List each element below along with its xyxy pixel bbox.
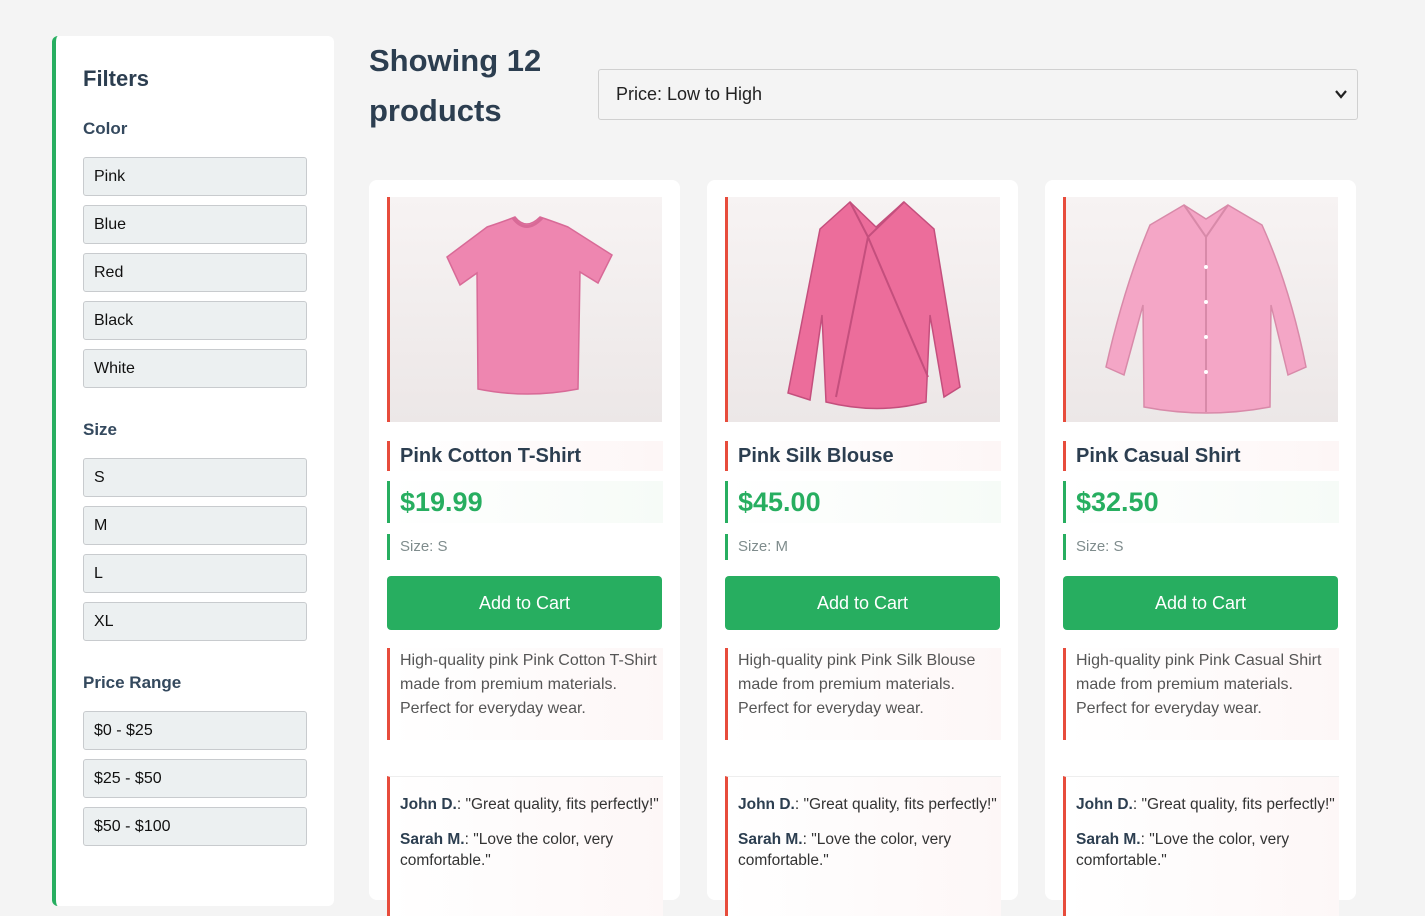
product-description: High-quality pink Pink Casual Shirt made… bbox=[1063, 648, 1339, 740]
review-item: Sarah M.: "Love the color, very comforta… bbox=[1076, 829, 1339, 871]
review-item: Sarah M.: "Love the color, very comforta… bbox=[738, 829, 1001, 871]
product-card: Pink Cotton T-Shirt $19.99 Size: S Add t… bbox=[369, 180, 680, 916]
review-item: John D.: "Great quality, fits perfectly!… bbox=[738, 794, 1001, 815]
chevron-down-icon bbox=[1335, 70, 1347, 139]
price-filter-group: Price Range $0 - $25 $25 - $50 $50 - $10… bbox=[83, 673, 308, 846]
product-title[interactable]: Pink Cotton T-Shirt bbox=[387, 441, 663, 471]
sort-select-value: Price: Low to High bbox=[616, 84, 763, 104]
color-option-white[interactable]: White bbox=[83, 349, 307, 388]
product-size: Size: S bbox=[1063, 534, 1339, 560]
product-title[interactable]: Pink Silk Blouse bbox=[725, 441, 1001, 471]
product-image[interactable] bbox=[1063, 197, 1338, 422]
review-item: Sarah M.: "Love the color, very comforta… bbox=[400, 829, 663, 871]
product-description: High-quality pink Pink Cotton T-Shirt ma… bbox=[387, 648, 663, 740]
product-reviews: John D.: "Great quality, fits perfectly!… bbox=[725, 776, 1001, 916]
review-item: John D.: "Great quality, fits perfectly!… bbox=[400, 794, 663, 815]
review-text: : "Great quality, fits perfectly!" bbox=[794, 796, 997, 813]
size-option-m[interactable]: M bbox=[83, 506, 307, 545]
color-option-pink[interactable]: Pink bbox=[83, 157, 307, 196]
product-price: $45.00 bbox=[725, 481, 1001, 523]
product-image[interactable] bbox=[387, 197, 662, 422]
sort-select[interactable]: Price: Low to High bbox=[598, 69, 1358, 120]
add-to-cart-button[interactable]: Add to Cart bbox=[725, 576, 1000, 630]
review-author: Sarah M. bbox=[738, 831, 803, 848]
price-option-50-100[interactable]: $50 - $100 bbox=[83, 807, 307, 846]
product-reviews: John D.: "Great quality, fits perfectly!… bbox=[1063, 776, 1339, 916]
size-option-l[interactable]: L bbox=[83, 554, 307, 593]
size-filter-label: Size bbox=[83, 420, 118, 439]
product-price: $19.99 bbox=[387, 481, 663, 523]
add-to-cart-button[interactable]: Add to Cart bbox=[1063, 576, 1338, 630]
shirt-icon bbox=[1105, 204, 1307, 414]
size-option-xl[interactable]: XL bbox=[83, 602, 307, 641]
review-text: : "Great quality, fits perfectly!" bbox=[456, 796, 659, 813]
color-filter-group: Color Pink Blue Red Black White bbox=[83, 119, 308, 388]
product-price: $32.50 bbox=[1063, 481, 1339, 523]
review-item: John D.: "Great quality, fits perfectly!… bbox=[1076, 794, 1339, 815]
review-author: Sarah M. bbox=[1076, 831, 1141, 848]
product-size: Size: M bbox=[725, 534, 1001, 560]
color-option-blue[interactable]: Blue bbox=[83, 205, 307, 244]
review-author: John D. bbox=[738, 796, 795, 813]
product-size: Size: S bbox=[387, 534, 663, 560]
price-option-25-50[interactable]: $25 - $50 bbox=[83, 759, 307, 798]
results-header: Showing 12 products Price: Low to High bbox=[369, 36, 1358, 136]
blouse-icon bbox=[787, 200, 961, 410]
add-to-cart-button[interactable]: Add to Cart bbox=[387, 576, 662, 630]
review-text: : "Great quality, fits perfectly!" bbox=[1132, 796, 1335, 813]
price-filter-label: Price Range bbox=[83, 673, 182, 692]
color-option-red[interactable]: Red bbox=[83, 253, 307, 292]
color-option-black[interactable]: Black bbox=[83, 301, 307, 340]
product-card: Pink Casual Shirt $32.50 Size: S Add to … bbox=[1045, 180, 1356, 916]
review-author: John D. bbox=[400, 796, 457, 813]
color-filter-label: Color bbox=[83, 119, 128, 138]
t-shirt-icon bbox=[446, 216, 613, 395]
price-option-0-25[interactable]: $0 - $25 bbox=[83, 711, 307, 750]
product-image[interactable] bbox=[725, 197, 1000, 422]
product-reviews: John D.: "Great quality, fits perfectly!… bbox=[387, 776, 663, 916]
filters-sidebar: Filters Color Pink Blue Red Black White … bbox=[52, 36, 334, 906]
results-count-title: Showing 12 products bbox=[369, 43, 542, 128]
review-author: John D. bbox=[1076, 796, 1133, 813]
product-card: Pink Silk Blouse $45.00 Size: M Add to C… bbox=[707, 180, 1018, 916]
product-title[interactable]: Pink Casual Shirt bbox=[1063, 441, 1339, 471]
product-description: High-quality pink Pink Silk Blouse made … bbox=[725, 648, 1001, 740]
size-option-s[interactable]: S bbox=[83, 458, 307, 497]
review-author: Sarah M. bbox=[400, 831, 465, 848]
filters-title: Filters bbox=[83, 66, 150, 91]
size-filter-group: Size S M L XL bbox=[83, 420, 308, 641]
